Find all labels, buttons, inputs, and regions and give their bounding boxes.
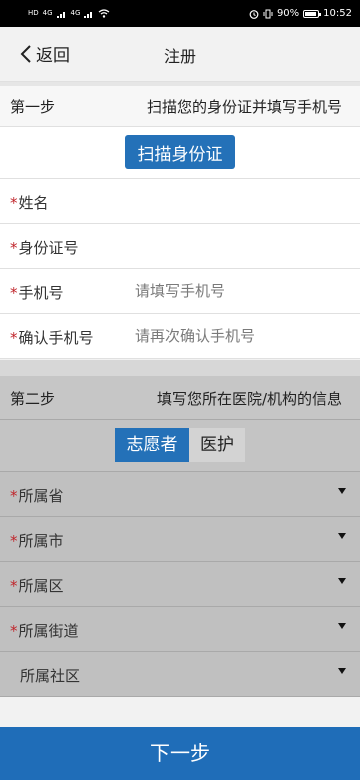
dropdown-arrow-icon bbox=[338, 623, 346, 629]
alarm-icon bbox=[249, 9, 259, 19]
page-title: 注册 bbox=[163, 47, 196, 66]
clock: 10:52 bbox=[323, 8, 352, 19]
step1-label: 第一步 bbox=[10, 98, 56, 116]
street-select[interactable]: *所属街道 bbox=[0, 607, 360, 652]
step2-header: 第二步 填写您所在医院/机构的信息 bbox=[0, 376, 360, 420]
step2-label: 第二步 bbox=[10, 390, 56, 408]
sim1-label: HD bbox=[28, 9, 39, 17]
step2-top-spacer bbox=[0, 360, 360, 376]
confirm-phone-field-row: *确认手机号 bbox=[0, 314, 360, 359]
district-label: *所属区 bbox=[10, 577, 64, 595]
phone-field-row: *手机号 bbox=[0, 269, 360, 314]
phone-input[interactable] bbox=[135, 275, 345, 307]
province-label: *所属省 bbox=[10, 487, 64, 505]
phone-label: *手机号 bbox=[10, 284, 64, 302]
required-mark: * bbox=[10, 577, 18, 595]
wifi-icon bbox=[99, 9, 110, 18]
dropdown-arrow-icon bbox=[338, 533, 346, 539]
medical-tab[interactable]: 医护 bbox=[189, 428, 245, 462]
name-input[interactable] bbox=[135, 185, 345, 217]
community-select[interactable]: 所属社区 bbox=[0, 652, 360, 697]
scan-id-card-button[interactable]: 扫描身份证 bbox=[125, 135, 235, 169]
community-label: 所属社区 bbox=[20, 667, 81, 685]
street-label: *所属街道 bbox=[10, 622, 79, 640]
nav-header: 返回 注册 bbox=[0, 27, 360, 82]
battery-icon bbox=[303, 9, 322, 18]
city-select[interactable]: *所属市 bbox=[0, 517, 360, 562]
dropdown-arrow-icon bbox=[338, 578, 346, 584]
next-step-button[interactable]: 下一步 bbox=[0, 727, 360, 780]
required-mark: * bbox=[10, 329, 18, 347]
signal-icon bbox=[84, 11, 93, 18]
required-mark: * bbox=[10, 532, 18, 550]
scan-section: 扫描身份证 bbox=[0, 127, 360, 179]
role-toggle-row: 志愿者 医护 bbox=[0, 420, 360, 472]
required-mark: * bbox=[10, 487, 18, 505]
province-select[interactable]: *所属省 bbox=[0, 472, 360, 517]
dropdown-arrow-icon bbox=[338, 488, 346, 494]
volunteer-tab[interactable]: 志愿者 bbox=[115, 428, 189, 462]
required-mark: * bbox=[10, 622, 18, 640]
district-select[interactable]: *所属区 bbox=[0, 562, 360, 607]
step1-description: 扫描您的身份证并填写手机号 bbox=[146, 98, 342, 116]
id-number-input[interactable] bbox=[135, 230, 345, 262]
network-type-1: 4G bbox=[42, 9, 53, 17]
id-number-field-row: *身份证号 bbox=[0, 224, 360, 269]
network-type-2: 4G bbox=[70, 9, 81, 17]
required-mark: * bbox=[10, 239, 18, 257]
id-number-label: *身份证号 bbox=[10, 239, 79, 257]
dropdown-arrow-icon bbox=[338, 668, 346, 674]
confirm-phone-input[interactable] bbox=[135, 320, 345, 352]
battery-percent: 90% bbox=[276, 8, 300, 19]
required-mark: * bbox=[10, 284, 18, 302]
step1-header: 第一步 扫描您的身份证并填写手机号 bbox=[0, 86, 360, 127]
vibrate-icon bbox=[263, 9, 273, 18]
name-label: *姓名 bbox=[10, 194, 49, 212]
status-bar: HD 4G 4G 90% 10:52 bbox=[0, 0, 360, 27]
required-mark: * bbox=[10, 194, 18, 212]
role-toggle: 志愿者 医护 bbox=[115, 428, 245, 462]
step2-description: 填写您所在医院/机构的信息 bbox=[156, 390, 342, 408]
city-label: *所属市 bbox=[10, 532, 64, 550]
signal-icon bbox=[56, 11, 65, 18]
confirm-phone-label: *确认手机号 bbox=[10, 329, 94, 347]
name-field-row: *姓名 bbox=[0, 179, 360, 224]
